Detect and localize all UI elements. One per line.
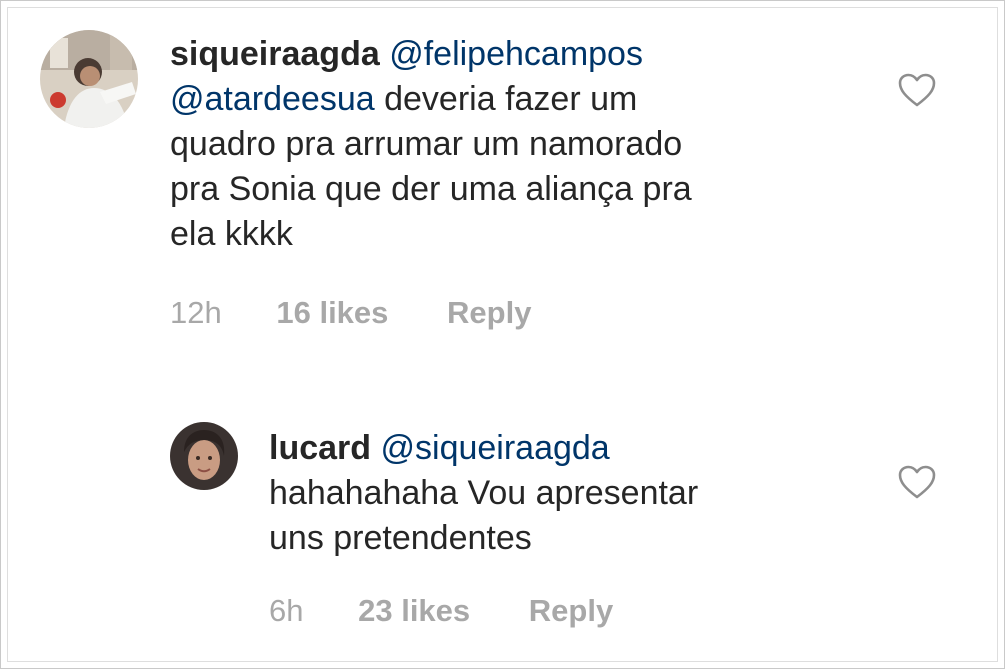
reply-button[interactable]: Reply <box>447 295 531 330</box>
comment-username[interactable]: siqueiraagda <box>170 35 380 73</box>
heart-outline-icon[interactable] <box>897 464 937 500</box>
comment-likes[interactable]: 23 likes <box>358 593 470 628</box>
comment-text-line: pra Sonia que der uma aliança pra <box>170 170 692 208</box>
comment-text-line: deveria fazer um <box>384 80 638 118</box>
avatar-siqueiraagda[interactable] <box>40 30 138 128</box>
mention-link[interactable]: @felipehcampos <box>389 35 643 73</box>
heart-outline-icon[interactable] <box>897 72 937 108</box>
comment-username[interactable]: lucard <box>269 429 371 467</box>
comment-meta: 6h 23 likes Reply <box>269 593 613 629</box>
comment-text-line: uns pretendentes <box>269 519 532 557</box>
mention-link[interactable]: @atardeesua <box>170 80 375 118</box>
avatar-lucard[interactable] <box>170 422 238 490</box>
avatar-photo <box>40 30 138 128</box>
comment-body: lucard @siqueiraagda hahahahaha Vou apre… <box>269 426 849 561</box>
comment-time: 12h <box>170 295 222 330</box>
screenshot-frame: siqueiraagda @felipehcampos @atardeesua … <box>0 0 1005 669</box>
comment-likes[interactable]: 16 likes <box>276 295 388 330</box>
reply-button[interactable]: Reply <box>529 593 613 628</box>
mention-link[interactable]: @siqueiraagda <box>381 429 610 467</box>
comment-time: 6h <box>269 593 304 628</box>
avatar-photo <box>170 422 238 490</box>
comment-text-line: ela kkkk <box>170 215 293 253</box>
comment-body: siqueiraagda @felipehcampos @atardeesua … <box>170 32 870 257</box>
comment-text-line: hahahahaha Vou apresentar <box>269 474 699 512</box>
comment-text-line: quadro pra arrumar um namorado <box>170 125 683 163</box>
comment-meta: 12h 16 likes Reply <box>170 295 531 331</box>
